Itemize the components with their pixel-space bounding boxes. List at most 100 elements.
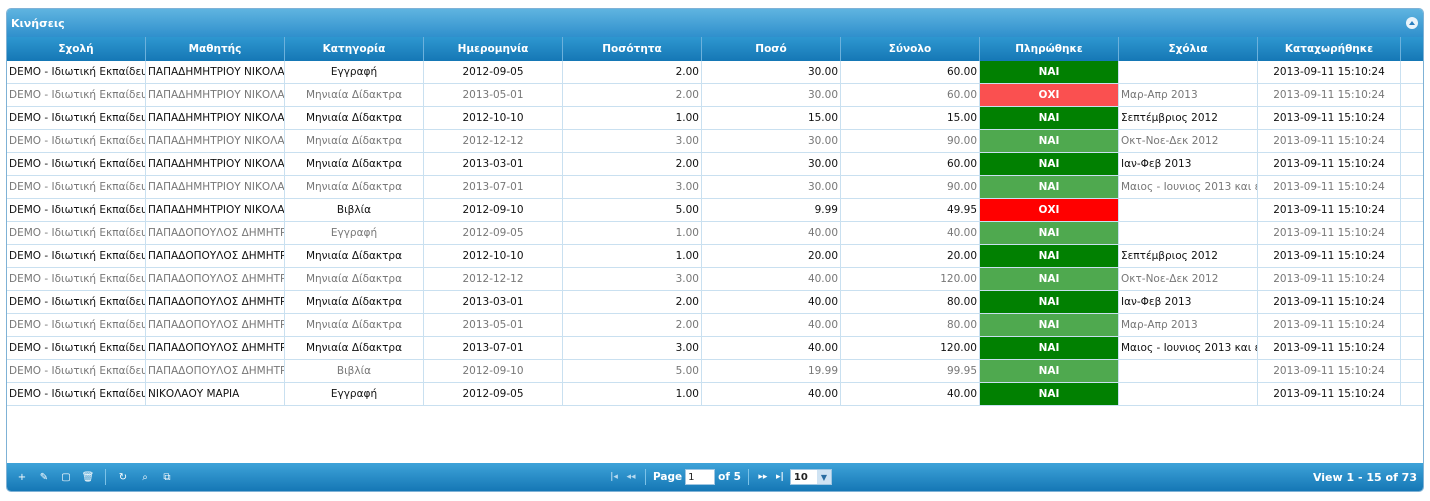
columns-icon[interactable]: ⧉ <box>158 468 176 486</box>
table-row[interactable]: DEMO - Ιδιωτική Εκπαίδευση ΠΑΠΑΔΟΠΟΥΛΟΣ Δ… <box>7 291 1423 314</box>
column-header-school[interactable]: Σχολή <box>7 37 146 61</box>
pager-navigation: |◂ ◂◂ Page of 5 ▸▸ ▸| 10 ▼ <box>607 463 832 491</box>
cell-quantity: 5.00 <box>563 199 702 221</box>
cell-amount: 40.00 <box>702 383 841 405</box>
column-header-comments[interactable]: Σχόλια <box>1119 37 1258 61</box>
table-row[interactable]: DEMO - Ιδιωτική Εκπαίδευση ΠΑΠΑΔΟΠΟΥΛΟΣ Δ… <box>7 337 1423 360</box>
table-row[interactable]: DEMO - Ιδιωτική Εκπαίδευση ΠΑΠΑΔΗΜΗΤΡΙΟΥ … <box>7 153 1423 176</box>
cell-comments: Μαρ-Απρ 2013 <box>1119 84 1258 106</box>
cell-total: 80.00 <box>841 291 980 313</box>
last-page-icon[interactable]: ▸| <box>773 472 787 482</box>
cell-category: Μηνιαία Δίδακτρα <box>285 268 424 290</box>
edit-icon[interactable]: ✎ <box>35 468 53 486</box>
column-header-row: Σχολή Μαθητής Κατηγορία Ημερομηνία Ποσότητα Π… <box>7 37 1423 61</box>
cell-total: 60.00 <box>841 61 980 83</box>
column-header-paid[interactable]: Πληρώθηκε <box>980 37 1119 61</box>
cell-student: ΠΑΠΑΔΗΜΗΤΡΙΟΥ ΝΙΚΟΛΑΟΣ <box>146 130 285 152</box>
cell-paid: ΝΑΙ <box>980 268 1119 290</box>
cell-registered: 2013-09-11 15:10:24 <box>1258 107 1401 129</box>
refresh-icon[interactable]: ↻ <box>114 468 132 486</box>
cell-comments <box>1119 222 1258 244</box>
cell-date: 2012-09-05 <box>424 61 563 83</box>
toolbar-separator <box>105 469 106 485</box>
cell-student: ΠΑΠΑΔΟΠΟΥΛΟΣ ΔΗΜΗΤΡΙΟΣ <box>146 337 285 359</box>
table-row[interactable]: DEMO - Ιδιωτική Εκπαίδευση ΠΑΠΑΔΗΜΗΤΡΙΟΥ … <box>7 61 1423 84</box>
cell-school: DEMO - Ιδιωτική Εκπαίδευση <box>7 291 146 313</box>
cell-amount: 30.00 <box>702 130 841 152</box>
table-row[interactable]: DEMO - Ιδιωτική Εκπαίδευση ΠΑΠΑΔΗΜΗΤΡΙΟΥ … <box>7 130 1423 153</box>
cell-school: DEMO - Ιδιωτική Εκπαίδευση <box>7 153 146 175</box>
add-icon[interactable]: + <box>13 468 31 486</box>
table-row[interactable]: DEMO - Ιδιωτική Εκπαίδευση ΠΑΠΑΔΟΠΟΥΛΟΣ Δ… <box>7 222 1423 245</box>
cell-paid: ΝΑΙ <box>980 291 1119 313</box>
cell-student: ΠΑΠΑΔΟΠΟΥΛΟΣ ΔΗΜΗΤΡΙΟΣ <box>146 268 285 290</box>
cell-date: 2012-10-10 <box>424 107 563 129</box>
cell-total: 40.00 <box>841 222 980 244</box>
table-row[interactable]: DEMO - Ιδιωτική Εκπαίδευση ΠΑΠΑΔΟΠΟΥΛΟΣ Δ… <box>7 245 1423 268</box>
cell-registered: 2013-09-11 15:10:24 <box>1258 130 1401 152</box>
cell-school: DEMO - Ιδιωτική Εκπαίδευση <box>7 84 146 106</box>
table-row[interactable]: DEMO - Ιδιωτική Εκπαίδευση ΠΑΠΑΔΗΜΗΤΡΙΟΥ … <box>7 84 1423 107</box>
prev-page-icon[interactable]: ◂◂ <box>624 472 638 482</box>
cell-total: 120.00 <box>841 337 980 359</box>
cell-student: ΠΑΠΑΔΗΜΗΤΡΙΟΥ ΝΙΚΟΛΑΟΣ <box>146 199 285 221</box>
table-row[interactable]: DEMO - Ιδιωτική Εκπαίδευση ΠΑΠΑΔΟΠΟΥΛΟΣ Δ… <box>7 268 1423 291</box>
table-row[interactable]: DEMO - Ιδιωτική Εκπαίδευση ΠΑΠΑΔΟΠΟΥΛΟΣ Δ… <box>7 360 1423 383</box>
cell-school: DEMO - Ιδιωτική Εκπαίδευση <box>7 314 146 336</box>
column-header-quantity[interactable]: Ποσότητα <box>563 37 702 61</box>
cell-date: 2012-09-10 <box>424 360 563 382</box>
table-row[interactable]: DEMO - Ιδιωτική Εκπαίδευση ΠΑΠΑΔΗΜΗΤΡΙΟΥ … <box>7 107 1423 130</box>
cell-school: DEMO - Ιδιωτική Εκπαίδευση <box>7 360 146 382</box>
cell-total: 90.00 <box>841 130 980 152</box>
column-header-date[interactable]: Ημερομηνία <box>424 37 563 61</box>
cell-comments: Μαιος - Ιουνιος 2013 και εξετάσεις <box>1119 337 1258 359</box>
cell-quantity: 1.00 <box>563 222 702 244</box>
cell-comments <box>1119 360 1258 382</box>
search-icon[interactable]: ⌕ <box>136 468 154 486</box>
column-header-amount[interactable]: Ποσό <box>702 37 841 61</box>
table-row[interactable]: DEMO - Ιδιωτική Εκπαίδευση ΝΙΚΟΛΑΟΥ ΜΑΡΙΑ… <box>7 383 1423 406</box>
delete-icon[interactable]: 🗑︎ <box>79 468 97 486</box>
collapse-icon[interactable] <box>1406 17 1418 29</box>
cell-category: Μηνιαία Δίδακτρα <box>285 314 424 336</box>
table-row[interactable]: DEMO - Ιδιωτική Εκπαίδευση ΠΑΠΑΔΗΜΗΤΡΙΟΥ … <box>7 199 1423 222</box>
cell-amount: 40.00 <box>702 268 841 290</box>
pager-separator <box>747 469 749 485</box>
cell-quantity: 3.00 <box>563 268 702 290</box>
cell-total: 40.00 <box>841 383 980 405</box>
cell-comments <box>1119 61 1258 83</box>
cell-category: Μηνιαία Δίδακτρα <box>285 176 424 198</box>
cell-quantity: 3.00 <box>563 130 702 152</box>
grid-title: Κινήσεις <box>11 16 65 30</box>
view-icon[interactable]: ▢ <box>57 468 75 486</box>
column-header-student[interactable]: Μαθητής <box>146 37 285 61</box>
pager-toolbar: + ✎ ▢ 🗑︎ ↻ ⌕ ⧉ <box>13 468 176 486</box>
page-label: Page <box>653 471 683 483</box>
column-header-category[interactable]: Κατηγορία <box>285 37 424 61</box>
cell-school: DEMO - Ιδιωτική Εκπαίδευση <box>7 107 146 129</box>
table-row[interactable]: DEMO - Ιδιωτική Εκπαίδευση ΠΑΠΑΔΟΠΟΥΛΟΣ Δ… <box>7 314 1423 337</box>
next-page-icon[interactable]: ▸▸ <box>756 472 770 482</box>
cell-amount: 30.00 <box>702 176 841 198</box>
first-page-icon[interactable]: |◂ <box>607 472 621 482</box>
cell-amount: 15.00 <box>702 107 841 129</box>
column-header-registered[interactable]: Καταχωρήθηκε <box>1258 37 1401 61</box>
cell-paid: ΝΑΙ <box>980 314 1119 336</box>
cell-student: ΠΑΠΑΔΟΠΟΥΛΟΣ ΔΗΜΗΤΡΙΟΣ <box>146 222 285 244</box>
cell-category: Μηνιαία Δίδακτρα <box>285 153 424 175</box>
cell-quantity: 1.00 <box>563 245 702 267</box>
cell-category: Μηνιαία Δίδακτρα <box>285 337 424 359</box>
page-number-input[interactable] <box>685 469 716 485</box>
cell-total: 15.00 <box>841 107 980 129</box>
rows-per-page-select[interactable]: 10 ▼ <box>789 469 832 485</box>
cell-registered: 2013-09-11 15:10:24 <box>1258 360 1401 382</box>
table-row[interactable]: DEMO - Ιδιωτική Εκπαίδευση ΠΑΠΑΔΗΜΗΤΡΙΟΥ … <box>7 176 1423 199</box>
cell-quantity: 2.00 <box>563 153 702 175</box>
cell-total: 49.95 <box>841 199 980 221</box>
cell-quantity: 2.00 <box>563 291 702 313</box>
cell-total: 60.00 <box>841 153 980 175</box>
cell-date: 2013-07-01 <box>424 176 563 198</box>
column-header-total[interactable]: Σύνολο <box>841 37 980 61</box>
cell-quantity: 1.00 <box>563 107 702 129</box>
cell-date: 2012-10-10 <box>424 245 563 267</box>
